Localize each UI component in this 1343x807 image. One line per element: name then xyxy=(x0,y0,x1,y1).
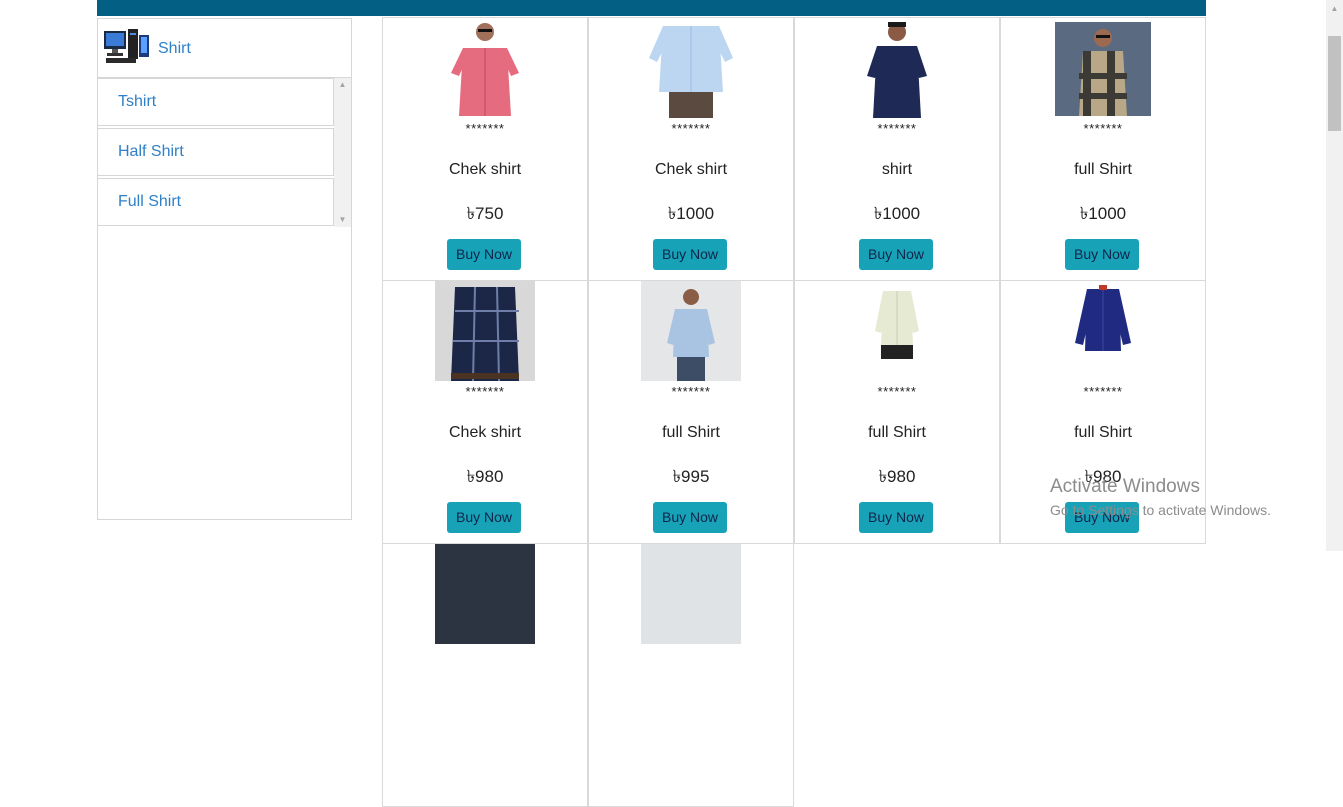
scroll-down-arrow-icon[interactable]: ▼ xyxy=(334,213,351,227)
product-card: ******* Chek shirt ৳1000 Buy Now xyxy=(588,17,794,281)
subcategory-list: Tshirt Half Shirt Full Shirt xyxy=(98,78,334,228)
computer-icon xyxy=(104,29,149,63)
product-name: full Shirt xyxy=(868,424,926,441)
product-price: ৳750 xyxy=(466,204,504,223)
top-header-bar xyxy=(97,0,1206,16)
product-card xyxy=(588,543,794,807)
product-rating: ******* xyxy=(671,384,711,399)
product-name: Chek shirt xyxy=(448,161,522,178)
sidebar-item-tshirt[interactable]: Tshirt xyxy=(98,78,334,126)
product-image[interactable] xyxy=(1053,18,1153,118)
product-image[interactable] xyxy=(847,18,947,118)
product-name: full Shirt xyxy=(1074,424,1132,441)
product-card: ******* full Shirt ৳995 Buy Now xyxy=(588,280,794,544)
product-rating: ******* xyxy=(1083,121,1123,136)
product-rating: ******* xyxy=(877,121,917,136)
product-image[interactable] xyxy=(641,281,741,381)
product-image[interactable] xyxy=(847,281,947,381)
buy-now-button[interactable]: Buy Now xyxy=(447,502,521,533)
product-price: ৳1000 xyxy=(667,204,715,223)
product-rating: ******* xyxy=(877,384,917,399)
buy-now-button[interactable]: Buy Now xyxy=(653,502,727,533)
product-image[interactable] xyxy=(641,544,741,644)
product-image[interactable] xyxy=(1053,281,1153,381)
product-image[interactable] xyxy=(435,544,535,644)
sidebar-item-full-shirt[interactable]: Full Shirt xyxy=(98,178,334,226)
product-price: ৳995 xyxy=(672,467,710,486)
product-name: Chek shirt xyxy=(654,161,728,178)
product-name: shirt xyxy=(881,161,913,178)
buy-now-button[interactable]: Buy Now xyxy=(653,239,727,270)
sidebar-item-label: Full Shirt xyxy=(118,193,182,210)
scrollbar-thumb[interactable] xyxy=(1328,36,1341,131)
scroll-up-arrow-icon[interactable]: ▲ xyxy=(1326,0,1343,17)
product-rating: ******* xyxy=(671,121,711,136)
product-card: ******* shirt ৳1000 Buy Now xyxy=(794,17,1000,281)
product-price: ৳980 xyxy=(466,467,504,486)
product-rating: ******* xyxy=(465,121,505,136)
product-price: ৳1000 xyxy=(1079,204,1127,223)
product-card: ******* Chek shirt ৳980 Buy Now xyxy=(382,280,588,544)
product-rating: ******* xyxy=(465,384,505,399)
category-shirt[interactable]: Shirt xyxy=(98,19,351,78)
watermark-title: Activate Windows xyxy=(1050,476,1200,497)
product-name: full Shirt xyxy=(662,424,720,441)
product-card xyxy=(382,543,588,807)
buy-now-button[interactable]: Buy Now xyxy=(859,239,933,270)
buy-now-button[interactable]: Buy Now xyxy=(859,502,933,533)
product-card: ******* full Shirt ৳980 Buy Now xyxy=(794,280,1000,544)
product-card: ******* full Shirt ৳1000 Buy Now xyxy=(1000,17,1206,281)
category-sidebar: Shirt Tshirt Half Shirt Full Shirt ▲ ▼ xyxy=(97,18,352,520)
subcategory-scrollbar[interactable]: ▲ ▼ xyxy=(334,78,351,227)
sidebar-item-half-shirt[interactable]: Half Shirt xyxy=(98,128,334,176)
product-name: Chek shirt xyxy=(448,424,522,441)
product-image[interactable] xyxy=(435,18,535,118)
product-price: ৳1000 xyxy=(873,204,921,223)
product-name: full Shirt xyxy=(1074,161,1132,178)
scroll-up-arrow-icon[interactable]: ▲ xyxy=(334,78,351,92)
category-label: Shirt xyxy=(158,40,191,57)
product-image[interactable] xyxy=(435,281,535,381)
sidebar-item-label: Tshirt xyxy=(118,93,157,110)
sidebar-item-label: Half Shirt xyxy=(118,143,184,160)
windows-activation-watermark: Activate Windows Go to Settings to activ… xyxy=(1050,476,1271,518)
product-image[interactable] xyxy=(641,18,741,118)
product-price: ৳980 xyxy=(878,467,916,486)
watermark-subtitle: Go to Settings to activate Windows. xyxy=(1050,502,1271,518)
product-card: ******* Chek shirt ৳750 Buy Now xyxy=(382,17,588,281)
product-rating: ******* xyxy=(1083,384,1123,399)
buy-now-button[interactable]: Buy Now xyxy=(1065,239,1139,270)
page-scrollbar[interactable]: ▲ xyxy=(1326,0,1343,551)
buy-now-button[interactable]: Buy Now xyxy=(447,239,521,270)
